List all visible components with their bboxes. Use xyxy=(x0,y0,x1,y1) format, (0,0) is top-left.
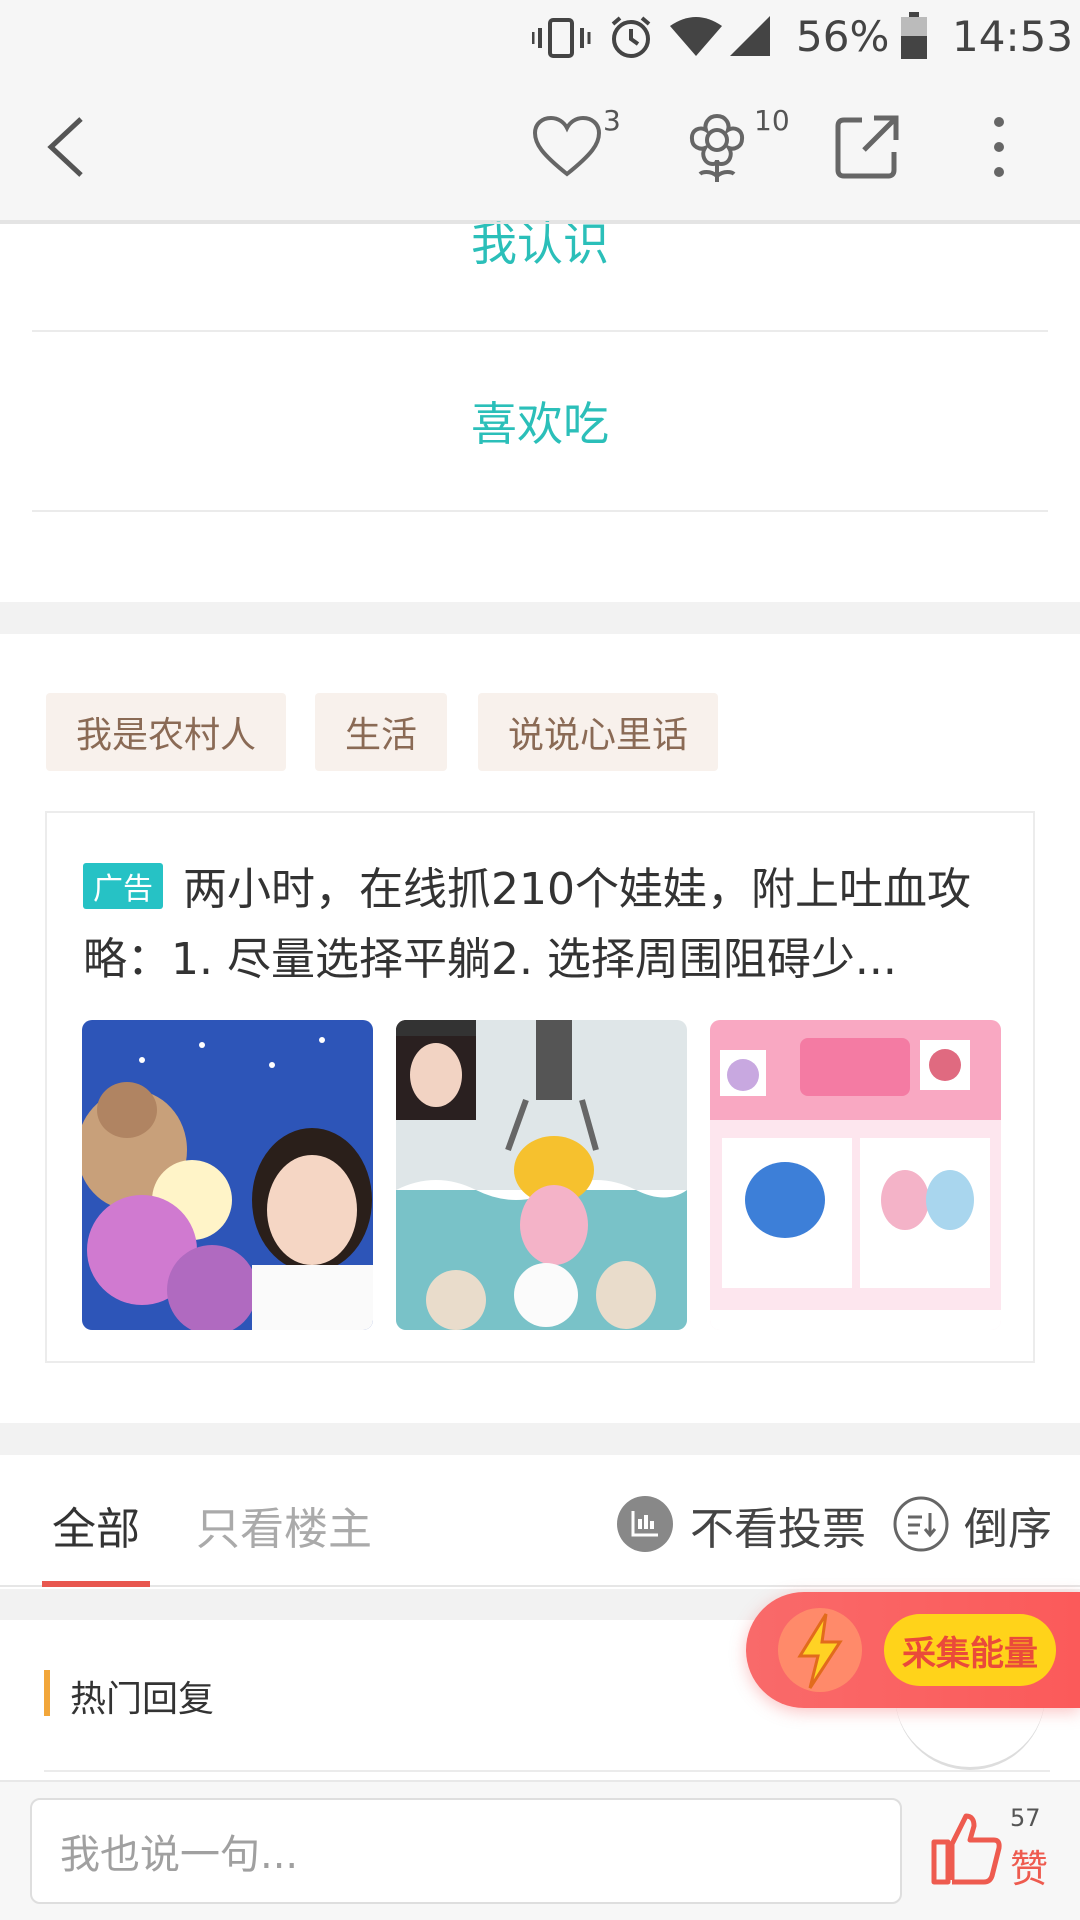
thumbs-up-icon[interactable] xyxy=(928,1810,1004,1890)
lightning-icon xyxy=(774,1604,866,1700)
sort-icon[interactable] xyxy=(892,1495,950,1557)
chart-icon[interactable] xyxy=(616,1495,674,1557)
battery-percent: 56% xyxy=(796,12,890,61)
like-count: 3 xyxy=(603,104,621,137)
tab-all[interactable]: 全部 xyxy=(52,1493,140,1557)
vote-option-label: 喜欢吃 xyxy=(471,397,609,451)
tag-label: 生活 xyxy=(345,715,418,756)
ad-card[interactable]: 两小时，在线抓210个娃娃，附上吐血攻略：1. 尽量选择平躺2. 选择周围阻碍少… xyxy=(45,811,1035,1363)
ad-image-3[interactable] xyxy=(710,1020,1001,1330)
tag-heart-talk[interactable]: 说说心里话 xyxy=(478,693,719,771)
collect-energy-label: 采集能量 xyxy=(884,1614,1056,1686)
hot-replies-accent-bar xyxy=(44,1670,50,1716)
flower-count: 10 xyxy=(754,104,790,137)
wifi-icon xyxy=(668,14,724,62)
filter-tabs-bar: 全部 只看楼主 不看投票 倒序 xyxy=(0,1455,1080,1587)
like-label[interactable]: 赞 xyxy=(1010,1838,1048,1893)
vote-option-2[interactable]: 喜欢吃 xyxy=(32,332,1048,512)
divider xyxy=(44,1770,1050,1772)
battery-icon xyxy=(900,12,928,64)
vote-option-label: 我认识 xyxy=(471,217,609,271)
vote-option-1[interactable]: 我认识 xyxy=(32,152,1048,332)
tag-label: 说说心里话 xyxy=(508,715,689,756)
tab-owner-only[interactable]: 只看楼主 xyxy=(196,1493,372,1557)
vibrate-icon xyxy=(531,16,592,64)
section-gap xyxy=(0,1423,1080,1455)
reply-input[interactable]: 我也说一句... xyxy=(30,1798,902,1904)
alarm-icon xyxy=(608,14,654,64)
reverse-order-toggle[interactable]: 倒序 xyxy=(964,1493,1052,1557)
toolbar-divider xyxy=(0,222,1080,224)
hot-replies-title: 热门回复 xyxy=(70,1679,215,1720)
tag-rural[interactable]: 我是农村人 xyxy=(46,693,287,771)
hide-votes-toggle[interactable]: 不看投票 xyxy=(690,1493,866,1557)
ad-title[interactable]: 两小时，在线抓210个娃娃，附上吐血攻略：1. 尽量选择平躺2. 选择周围阻碍少… xyxy=(83,855,1003,995)
status-bar: 56% 14:53 xyxy=(0,0,1080,74)
like-total-count: 57 xyxy=(1010,1804,1041,1832)
ad-image-2[interactable] xyxy=(396,1020,687,1330)
ad-image-1[interactable] xyxy=(82,1020,373,1330)
tag-label: 我是农村人 xyxy=(76,715,257,756)
tag-life[interactable]: 生活 xyxy=(315,693,448,771)
tab-active-underline xyxy=(42,1581,150,1587)
signal-icon xyxy=(728,14,772,62)
collect-energy-button[interactable]: 采集能量 xyxy=(746,1592,1080,1708)
ad-badge: 广告 xyxy=(83,863,163,909)
bottom-reply-bar: 我也说一句... 57 赞 xyxy=(0,1780,1080,1920)
clock: 14:53 xyxy=(952,12,1074,61)
section-gap xyxy=(0,602,1080,634)
